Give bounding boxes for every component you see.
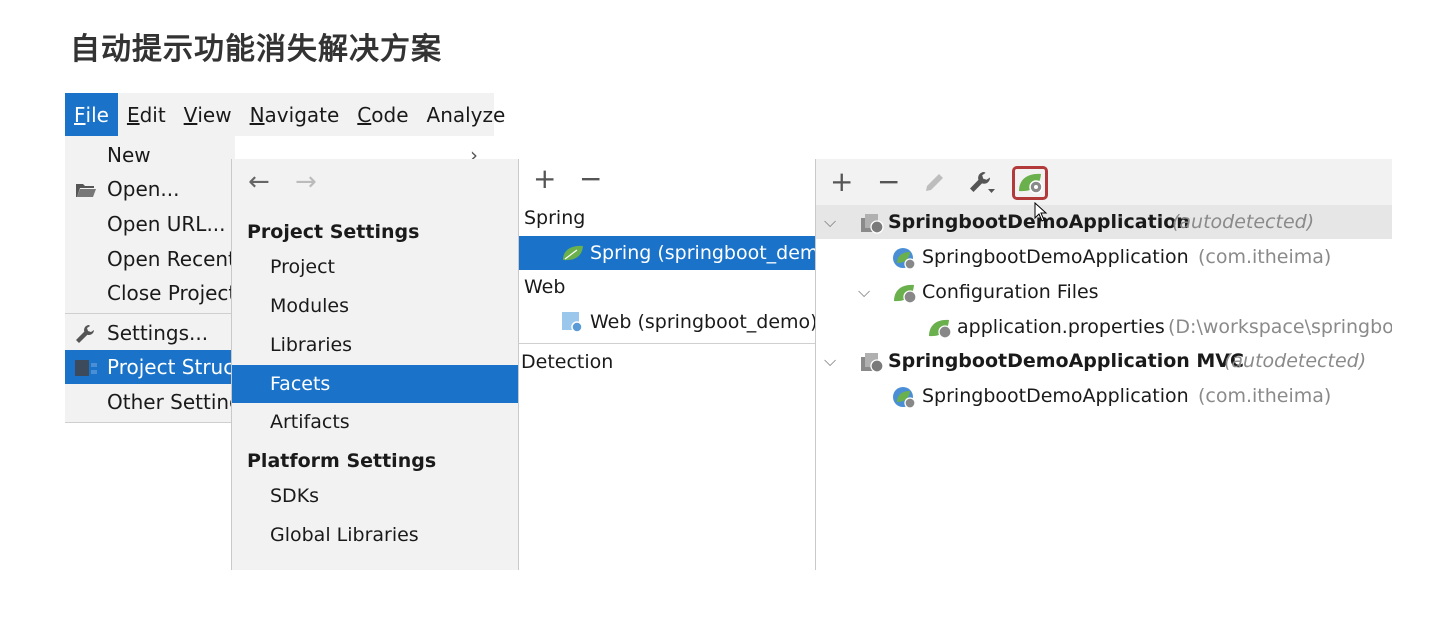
remove-context-button[interactable]: −	[877, 168, 900, 196]
file-menu-other-settings[interactable]: Other Setting	[65, 385, 235, 419]
sidebar-item-sdks[interactable]: SDKs	[232, 477, 519, 515]
menu-code[interactable]: Code	[348, 93, 417, 136]
platform-settings-header: Platform Settings	[247, 450, 437, 472]
details-toolbar: + −	[816, 159, 1392, 206]
wrench-settings-icon[interactable]	[969, 170, 997, 200]
menu-view[interactable]: View	[175, 93, 241, 136]
page-title: 自动提示功能消失解决方案	[70, 32, 442, 67]
tree-row-context-main[interactable]: ⌵ SpringbootDemoApplication (autodetecte…	[816, 205, 1392, 239]
tree-row-ctx1-class[interactable]: SpringbootDemoApplication (com.itheima)	[816, 240, 1392, 274]
file-menu-open-url[interactable]: Open URL...	[65, 207, 235, 241]
spring-autodetect-icon[interactable]	[1017, 171, 1045, 199]
remove-facet-button[interactable]: −	[579, 165, 602, 193]
wrench-icon	[75, 324, 97, 349]
add-context-button[interactable]: +	[830, 168, 853, 196]
spring-context-icon	[859, 212, 885, 239]
mouse-cursor-icon	[1034, 201, 1048, 226]
file-menu: New Open... Open URL... Open Recent Clos…	[65, 136, 235, 423]
file-menu-open[interactable]: Open...	[65, 172, 235, 206]
tree-row-ctx2-class[interactable]: SpringbootDemoApplication (com.itheima)	[816, 379, 1392, 413]
web-facet-icon	[561, 311, 585, 338]
back-arrow-icon[interactable]: ←	[248, 167, 270, 197]
chevron-down-icon[interactable]: ⌵	[858, 282, 870, 302]
tree-row-context-mvc[interactable]: ⌵ SpringbootDemoApplication MVC (autodet…	[816, 344, 1392, 378]
sidebar-item-facets[interactable]: Facets	[232, 365, 519, 403]
facet-detection[interactable]: Detection	[519, 345, 816, 379]
facet-item-web[interactable]: Web (springboot_demo)	[519, 305, 816, 339]
folder-open-icon	[75, 180, 97, 204]
edit-pencil-icon[interactable]	[923, 170, 947, 198]
project-structure-icon	[75, 358, 99, 382]
facet-item-spring[interactable]: Spring (springboot_dem	[519, 236, 816, 270]
panel-separator	[519, 343, 816, 344]
file-menu-open-recent[interactable]: Open Recent	[65, 242, 235, 276]
spring-properties-icon	[927, 317, 953, 344]
file-menu-new[interactable]: New	[65, 138, 235, 172]
spring-config-icon	[892, 282, 918, 309]
file-menu-close-project[interactable]: Close Project	[65, 276, 235, 310]
forward-arrow-icon[interactable]: →	[295, 167, 317, 197]
sidebar-item-artifacts[interactable]: Artifacts	[232, 403, 519, 441]
facet-group-web[interactable]: Web	[519, 270, 816, 304]
menu-bar: File Edit View Navigate Code Analyze	[65, 93, 505, 136]
chevron-down-icon[interactable]: ⌵	[824, 351, 836, 371]
spring-bean-class-icon	[892, 386, 918, 415]
menu-analyze[interactable]: Analyze	[418, 93, 515, 136]
sidebar-item-global-libraries[interactable]: Global Libraries	[232, 516, 519, 554]
facets-panel: + − Spring Spring (springboot_dem Web We…	[518, 159, 816, 570]
facet-group-spring[interactable]: Spring	[519, 201, 816, 235]
chevron-down-icon[interactable]: ⌵	[824, 212, 836, 232]
tree-row-application-properties[interactable]: application.properties (D:\workspace\spr…	[816, 310, 1392, 344]
menu-navigate[interactable]: Navigate	[241, 93, 349, 136]
menu-file[interactable]: File	[65, 93, 118, 136]
add-facet-button[interactable]: +	[533, 165, 556, 193]
menu-separator	[65, 313, 235, 314]
spring-bean-class-icon	[892, 247, 918, 276]
file-menu-project-structure[interactable]: Project Struct	[65, 350, 235, 384]
sidebar-item-modules[interactable]: Modules	[232, 287, 519, 325]
file-menu-settings[interactable]: Settings...	[65, 316, 235, 350]
sidebar-item-libraries[interactable]: Libraries	[232, 326, 519, 364]
facet-details-panel: + − ⌵ SpringbootDemoApplication (autodet…	[815, 159, 1392, 570]
spring-context-icon	[859, 351, 885, 378]
spring-leaf-icon	[561, 244, 585, 267]
menu-edit[interactable]: Edit	[118, 93, 175, 136]
project-structure-sidebar: ← → Project Settings Project Modules Lib…	[231, 159, 519, 570]
project-settings-header: Project Settings	[247, 221, 420, 243]
tree-row-configuration-files[interactable]: ⌵ Configuration Files	[816, 275, 1392, 309]
sidebar-item-project[interactable]: Project	[232, 248, 519, 286]
